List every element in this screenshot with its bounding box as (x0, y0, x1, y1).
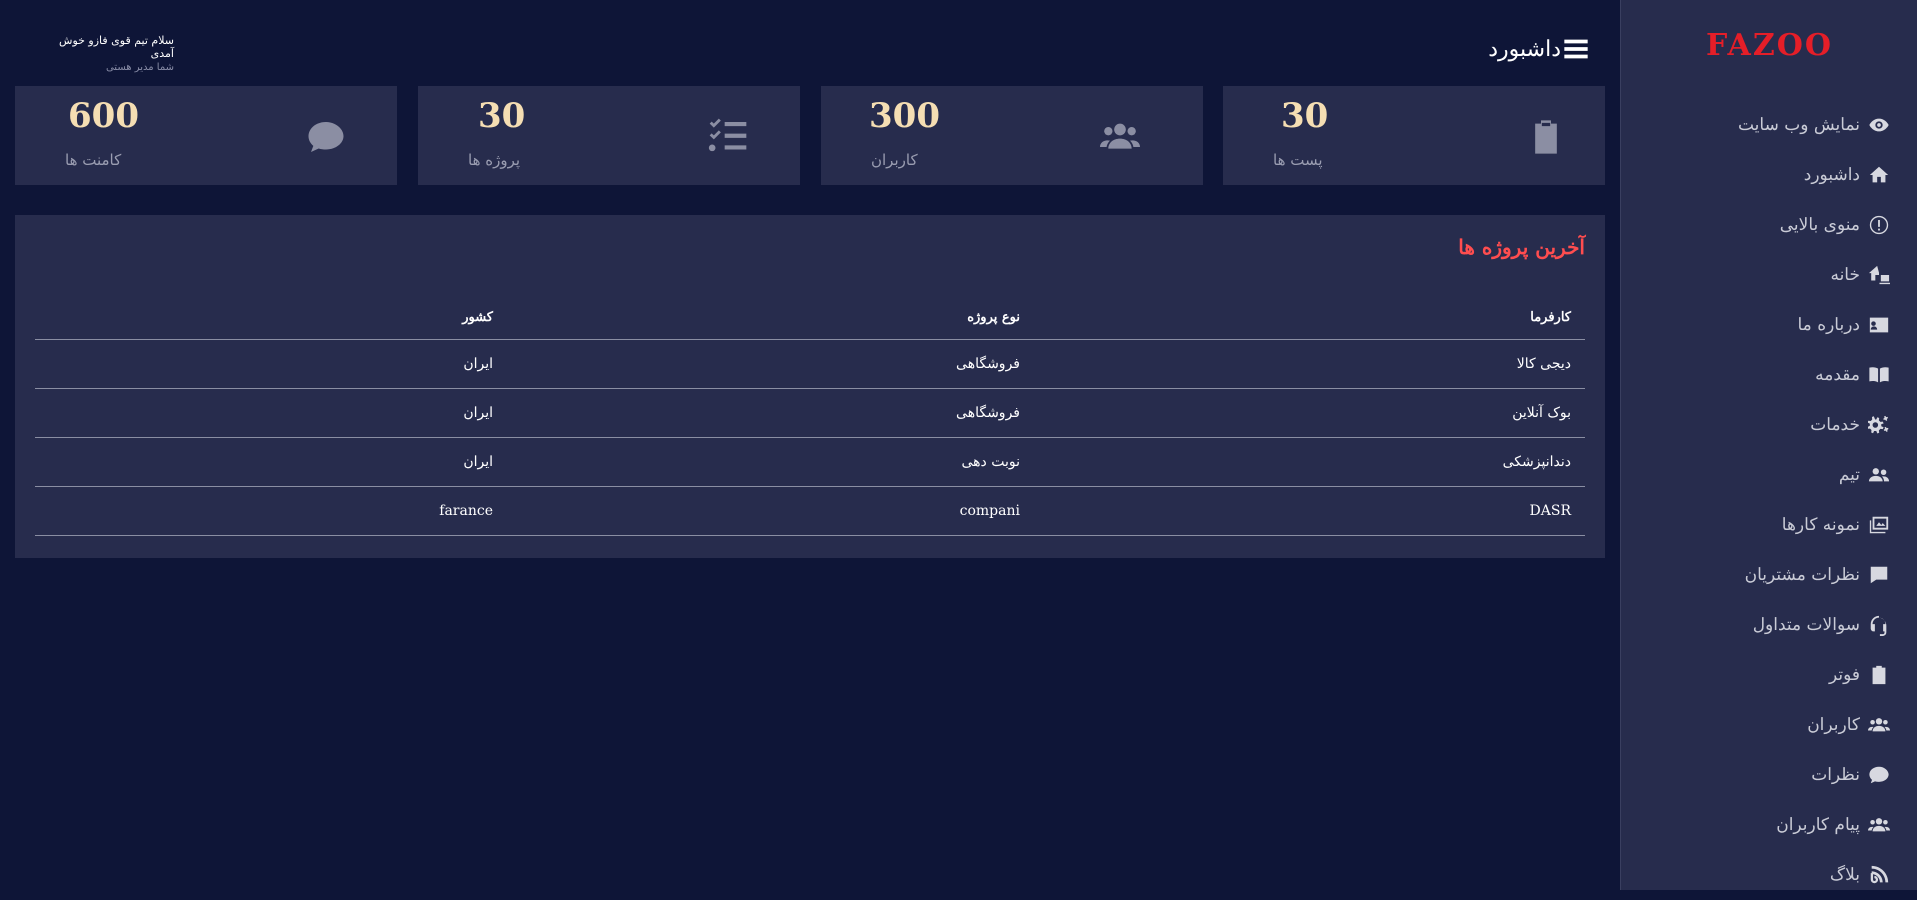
sidebar-item-label: نمایش وب سایت (1737, 115, 1860, 135)
page-title: داشبورد (1488, 36, 1561, 62)
stat-card-comments: 600 کامنت ها (15, 86, 397, 185)
cell-project-type: فروشگاهی (956, 405, 1020, 421)
cell-country: ایران (463, 356, 493, 372)
sidebar-item-label: سوالات متداول (1752, 615, 1860, 635)
house-laptop-icon (1866, 262, 1892, 288)
cell-client: بوک آنلاین (1512, 405, 1571, 421)
info-circle-icon (1866, 212, 1892, 238)
sidebar-item-label: مقدمه (1815, 365, 1860, 385)
sidebar-item-label: کاربران (1807, 715, 1860, 735)
book-icon (1866, 362, 1892, 388)
sidebar-item-label: بلاگ (1829, 865, 1860, 885)
sidebar-item-footer[interactable]: فوتر (1632, 650, 1892, 700)
column-header-country: کشور (462, 309, 493, 325)
projects-table: کارفرما نوع پروژه کشور دیجی کالا فروشگاه… (35, 295, 1585, 536)
stat-value: 30 (1281, 96, 1329, 136)
latest-projects-panel: آخرین پروژه ها کارفرما نوع پروژه کشور دی… (15, 215, 1605, 558)
cell-client: DASR (1529, 503, 1571, 519)
sidebar-item-label: خدمات (1810, 415, 1860, 435)
stat-card-users: 300 کاربران (821, 86, 1203, 185)
sidebar-item-blog[interactable]: بلاگ (1632, 850, 1892, 900)
cell-project-type: فروشگاهی (956, 356, 1020, 372)
greeting-text: سلام تیم قوی فازو خوش آمدی (59, 34, 174, 60)
sidebar-item-label: داشبورد (1803, 165, 1860, 185)
list-check-icon (703, 116, 753, 158)
sidebar-item-dashboard[interactable]: داشبورد (1632, 150, 1892, 200)
sidebar-item-testimonials[interactable]: نظرات مشتریان (1632, 550, 1892, 600)
cell-client: دندانپزشکی (1502, 454, 1571, 470)
stat-label: پست ها (1273, 151, 1323, 169)
stat-value: 600 (68, 96, 139, 136)
cell-client: دیجی کالا (1516, 356, 1571, 372)
cell-country: farance (439, 503, 493, 519)
sidebar-item-view-website[interactable]: نمایش وب سایت (1632, 100, 1892, 150)
sidebar-item-users[interactable]: کاربران (1632, 700, 1892, 750)
table-row: دیجی کالا فروشگاهی ایران (35, 340, 1585, 389)
sidebar-item-user-messages[interactable]: پیام کاربران (1632, 800, 1892, 850)
sidebar-item-services[interactable]: خدمات (1632, 400, 1892, 450)
page-header: داشبورد (1488, 34, 1591, 64)
cell-project-type: compani (959, 503, 1020, 519)
user-role: شما مدیر هستی (105, 62, 174, 73)
panel-title: آخرین پروژه ها (1458, 235, 1585, 259)
stat-label: پروژه ها (468, 151, 521, 169)
stat-label: کامنت ها (65, 151, 122, 169)
sidebar: FAZOO نمایش وب سایت داشبورد منوی بالایی … (1620, 0, 1917, 890)
sidebar-item-label: درباره ما (1797, 315, 1861, 335)
sidebar-item-about[interactable]: درباره ما (1632, 300, 1892, 350)
clipboard-icon (1521, 116, 1571, 158)
stat-cards: 30 پست ها 300 کاربران 30 پروژه ها 600 کا… (15, 86, 1605, 185)
comment-square-icon (1866, 562, 1892, 588)
sidebar-item-label: خانه (1830, 265, 1860, 285)
id-card-icon (1866, 312, 1892, 338)
table-row: DASR compani farance (35, 487, 1585, 536)
users-icon (1095, 116, 1145, 158)
comment-icon (301, 116, 351, 158)
sidebar-item-home[interactable]: خانه (1632, 250, 1892, 300)
sidebar-item-faq[interactable]: سوالات متداول (1632, 600, 1892, 650)
cell-country: ایران (463, 454, 493, 470)
table-header-row: کارفرما نوع پروژه کشور (35, 295, 1585, 340)
sidebar-item-label: نظرات (1811, 765, 1860, 785)
sidebar-item-label: نظرات مشتریان (1744, 565, 1860, 585)
users-icon (1866, 712, 1892, 738)
headset-icon (1866, 612, 1892, 638)
sidebar-item-label: پیام کاربران (1776, 815, 1860, 835)
clipboard-list-icon (1866, 662, 1892, 688)
sidebar-menu: نمایش وب سایت داشبورد منوی بالایی خانه د… (1632, 100, 1892, 900)
stat-value: 30 (478, 96, 526, 136)
users-message-icon (1866, 812, 1892, 838)
logo[interactable]: FAZOO (1621, 28, 1917, 63)
stat-value: 300 (869, 96, 940, 136)
table-row: دندانپزشکی نوبت دهی ایران (35, 438, 1585, 487)
user-group-icon (1866, 462, 1892, 488)
blog-icon (1866, 862, 1892, 888)
stat-label: کاربران (871, 151, 918, 169)
cell-country: ایران (463, 405, 493, 421)
comment-icon (1866, 762, 1892, 788)
sidebar-item-intro[interactable]: مقدمه (1632, 350, 1892, 400)
table-row: بوک آنلاین فروشگاهی ایران (35, 389, 1585, 438)
column-header-client: کارفرما (1530, 309, 1571, 325)
user-greeting: سلام تیم قوی فازو خوش آمدی شما مدیر هستی (34, 34, 174, 73)
stat-card-projects: 30 پروژه ها (418, 86, 800, 185)
eye-icon (1866, 112, 1892, 138)
sidebar-item-label: نمونه کارها (1781, 515, 1860, 535)
sidebar-item-label: منوی بالایی (1779, 215, 1860, 235)
images-icon (1866, 512, 1892, 538)
column-header-project-type: نوع پروژه (967, 309, 1020, 325)
gears-icon (1866, 412, 1892, 438)
sidebar-item-top-menu[interactable]: منوی بالایی (1632, 200, 1892, 250)
sidebar-item-comments[interactable]: نظرات (1632, 750, 1892, 800)
stat-card-posts: 30 پست ها (1223, 86, 1605, 185)
sidebar-item-team[interactable]: تیم (1632, 450, 1892, 500)
home-icon (1866, 162, 1892, 188)
sidebar-item-portfolio[interactable]: نمونه کارها (1632, 500, 1892, 550)
cell-project-type: نوبت دهی (961, 454, 1020, 470)
sidebar-item-label: تیم (1838, 465, 1860, 485)
sidebar-item-label: فوتر (1828, 665, 1860, 685)
hamburger-menu-icon[interactable] (1561, 34, 1591, 64)
